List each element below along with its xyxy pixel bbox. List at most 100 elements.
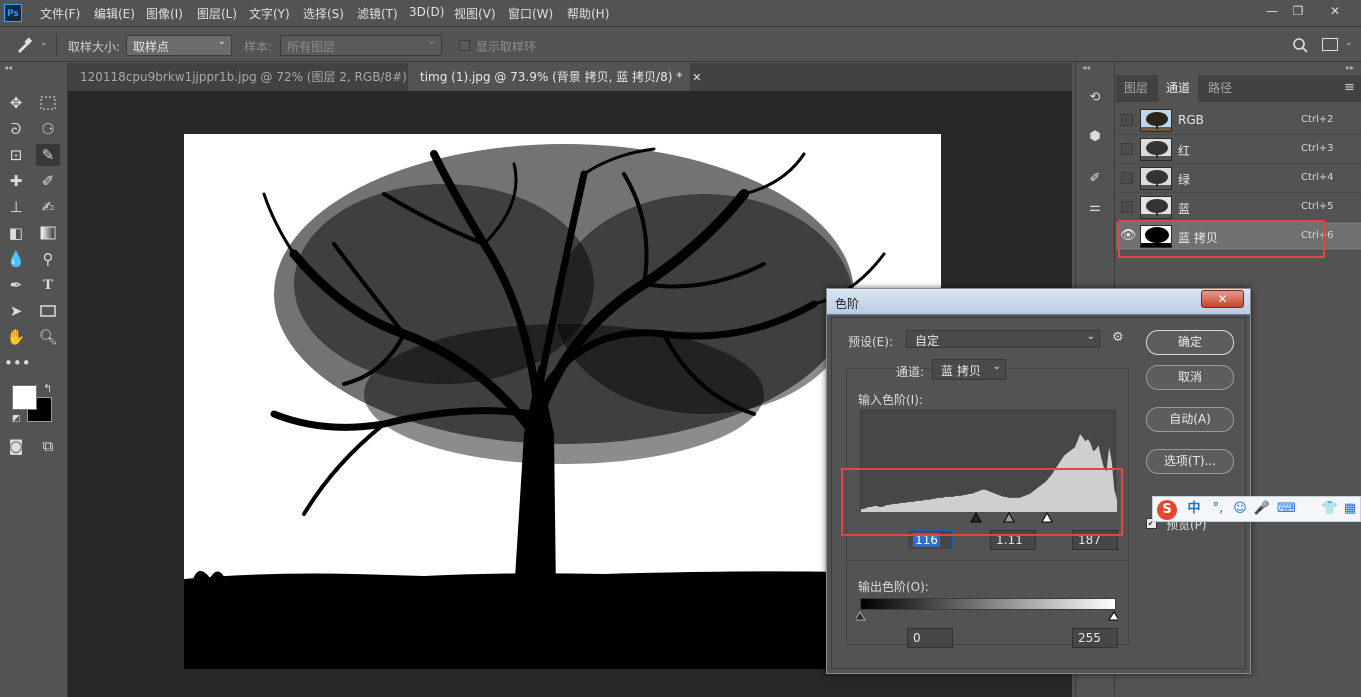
output-white-slider[interactable] [1108, 611, 1120, 621]
adjustments-icon[interactable]: ⚌ [1084, 197, 1106, 219]
ime-skin-icon[interactable]: 👕 [1321, 500, 1339, 518]
menu-filter[interactable]: 滤镜(T) [357, 5, 398, 22]
move-tool-icon[interactable]: ✥ [4, 92, 28, 114]
gradient-tool-icon[interactable] [36, 222, 60, 244]
ime-chinese-mode-icon[interactable]: 中 [1185, 500, 1203, 518]
workspace-icon[interactable] [1322, 38, 1338, 51]
panel-menu-icon[interactable]: ≡ [1344, 80, 1355, 95]
chevron-down-icon: ⌄ [217, 36, 226, 47]
preset-select[interactable]: 自定 ⌄ [906, 330, 1100, 348]
chevron-down-icon[interactable]: ⌄ [1345, 38, 1353, 48]
channel-row-red[interactable]: 红 Ctrl+3 [1116, 135, 1361, 164]
collapse-icon[interactable]: ◂◂ [1082, 63, 1090, 72]
dialog-close-button[interactable]: ✕ [1201, 290, 1244, 308]
close-window-button[interactable]: ✕ [1322, 2, 1348, 20]
path-select-tool-icon[interactable]: ➤ [4, 300, 28, 322]
channel-select[interactable]: 蓝 拷贝 ⌄ [932, 359, 1006, 380]
ime-keyboard-icon[interactable]: ⌨ [1277, 500, 1296, 518]
output-slider-track[interactable] [854, 610, 1120, 621]
menu-window[interactable]: 窗口(W) [508, 5, 553, 22]
menu-edit[interactable]: 编辑(E) [94, 5, 135, 22]
sample-select[interactable]: 所有图层 ⌄ [280, 35, 442, 56]
foreground-color-swatch[interactable] [12, 385, 37, 410]
swap-colors-icon[interactable]: ↰ [43, 382, 52, 395]
restore-button[interactable]: ❐ [1285, 2, 1311, 20]
gear-icon[interactable]: ⚙ [1112, 330, 1124, 345]
cancel-button[interactable]: 取消 [1146, 365, 1234, 390]
eyedropper-tool-icon[interactable]: ✎ [36, 144, 60, 166]
dialog-titlebar[interactable]: 色阶 ✕ [827, 289, 1250, 315]
ok-button[interactable]: 确定 [1146, 330, 1234, 355]
menu-file[interactable]: 文件(F) [40, 5, 80, 22]
output-black-field[interactable]: 0 [907, 628, 953, 648]
tab-document-2[interactable]: timg (1).jpg @ 73.9% (背景 拷贝, 蓝 拷贝/8) * ✕ [408, 63, 701, 91]
hand-tool-icon[interactable]: ✋ [4, 326, 28, 348]
sample-size-select[interactable]: 取样点 ⌄ [126, 35, 232, 56]
quick-select-tool-icon[interactable]: ⚆ [36, 118, 60, 140]
menu-3d[interactable]: 3D(D) [409, 5, 444, 19]
more-tools-icon[interactable]: ••• [4, 352, 31, 374]
history-brush-tool-icon[interactable]: ✍ [36, 196, 60, 218]
options-button[interactable]: 选项(T)... [1146, 449, 1234, 474]
channel-row-blue[interactable]: 蓝 Ctrl+5 [1116, 193, 1361, 222]
quick-mask-icon[interactable]: ◙ [4, 435, 28, 457]
menu-layer[interactable]: 图层(L) [197, 5, 237, 22]
chevron-down-icon[interactable]: ⌄ [40, 38, 48, 48]
ime-toolbox-icon[interactable]: ▦ [1341, 500, 1359, 518]
collapse-icon[interactable]: ◂◂ [4, 63, 12, 72]
blur-tool-icon[interactable]: 💧 [4, 248, 28, 270]
brush-tool-icon[interactable]: ✐ [36, 170, 60, 192]
menu-type[interactable]: 文字(Y) [249, 5, 290, 22]
channel-thumbnail [1140, 109, 1172, 132]
visibility-toggle[interactable] [1121, 143, 1133, 155]
ime-voice-icon[interactable]: 🎤 [1253, 500, 1271, 518]
input-levels-label: 输入色阶(I): [858, 393, 923, 407]
menu-view[interactable]: 视图(V) [454, 5, 496, 22]
tab-document-1[interactable]: 120118cpu9brkw1jjppr1b.jpg @ 72% (图层 2, … [68, 63, 436, 91]
healing-brush-tool-icon[interactable]: ✚ [4, 170, 28, 192]
channel-row-green[interactable]: 绿 Ctrl+4 [1116, 164, 1361, 193]
ime-punctuation-icon[interactable]: °, [1209, 500, 1227, 518]
type-tool-icon[interactable]: T [36, 274, 60, 296]
stamp-tool-icon[interactable]: ⊥ [4, 196, 28, 218]
rectangle-tool-icon[interactable] [36, 300, 60, 322]
lasso-tool-icon[interactable]: ᘐ [4, 118, 28, 140]
sample-value: 所有图层 [287, 40, 336, 54]
eraser-tool-icon[interactable]: ◧ [4, 222, 28, 244]
output-white-field[interactable]: 255 [1072, 628, 1118, 648]
brush-settings-icon[interactable]: ✐ [1084, 168, 1106, 190]
document-tabs: 120118cpu9brkw1jjppr1b.jpg @ 72% (图层 2, … [68, 63, 1072, 91]
highlight-annotation [841, 468, 1123, 536]
crop-tool-icon[interactable]: ⊡ [4, 144, 28, 166]
menu-help[interactable]: 帮助(H) [567, 5, 609, 22]
sogou-logo-icon[interactable]: S [1157, 500, 1177, 520]
marquee-tool-icon[interactable] [36, 92, 60, 114]
eyedropper-icon[interactable] [14, 36, 36, 54]
screen-mode-icon[interactable]: ⧉ [36, 435, 60, 457]
minimize-button[interactable]: — [1259, 2, 1285, 20]
channel-row-rgb[interactable]: RGB Ctrl+2 [1116, 106, 1361, 135]
photoshop-logo: Ps [4, 4, 22, 22]
3d-icon[interactable]: ⬢ [1084, 126, 1106, 148]
default-colors-icon[interactable]: ◩ [12, 414, 21, 424]
ime-emoji-icon[interactable]: ☺ [1231, 500, 1249, 518]
tab-channels[interactable]: 通道 [1158, 75, 1199, 102]
output-black-slider[interactable] [854, 611, 866, 621]
collapse-icon[interactable]: ▸▸ [1346, 63, 1354, 72]
tab-layers[interactable]: 图层 [1116, 75, 1156, 102]
pen-tool-icon[interactable]: ✒ [4, 274, 28, 296]
chevron-down-icon: ⌄ [1086, 331, 1095, 342]
dodge-tool-icon[interactable]: ⚲ [36, 248, 60, 270]
zoom-tool-icon[interactable]: 🔍︎ [36, 326, 60, 348]
tab-paths[interactable]: 路径 [1200, 75, 1240, 102]
show-ring-checkbox[interactable] [459, 40, 470, 51]
visibility-toggle[interactable] [1121, 172, 1133, 184]
menu-image[interactable]: 图像(I) [146, 5, 183, 22]
close-icon[interactable]: ✕ [692, 71, 701, 84]
search-icon[interactable] [1292, 37, 1308, 53]
visibility-toggle[interactable] [1121, 201, 1133, 213]
menu-select[interactable]: 选择(S) [303, 5, 344, 22]
history-icon[interactable]: ⟲ [1084, 87, 1106, 109]
visibility-toggle[interactable] [1121, 114, 1133, 126]
auto-button[interactable]: 自动(A) [1146, 407, 1234, 432]
